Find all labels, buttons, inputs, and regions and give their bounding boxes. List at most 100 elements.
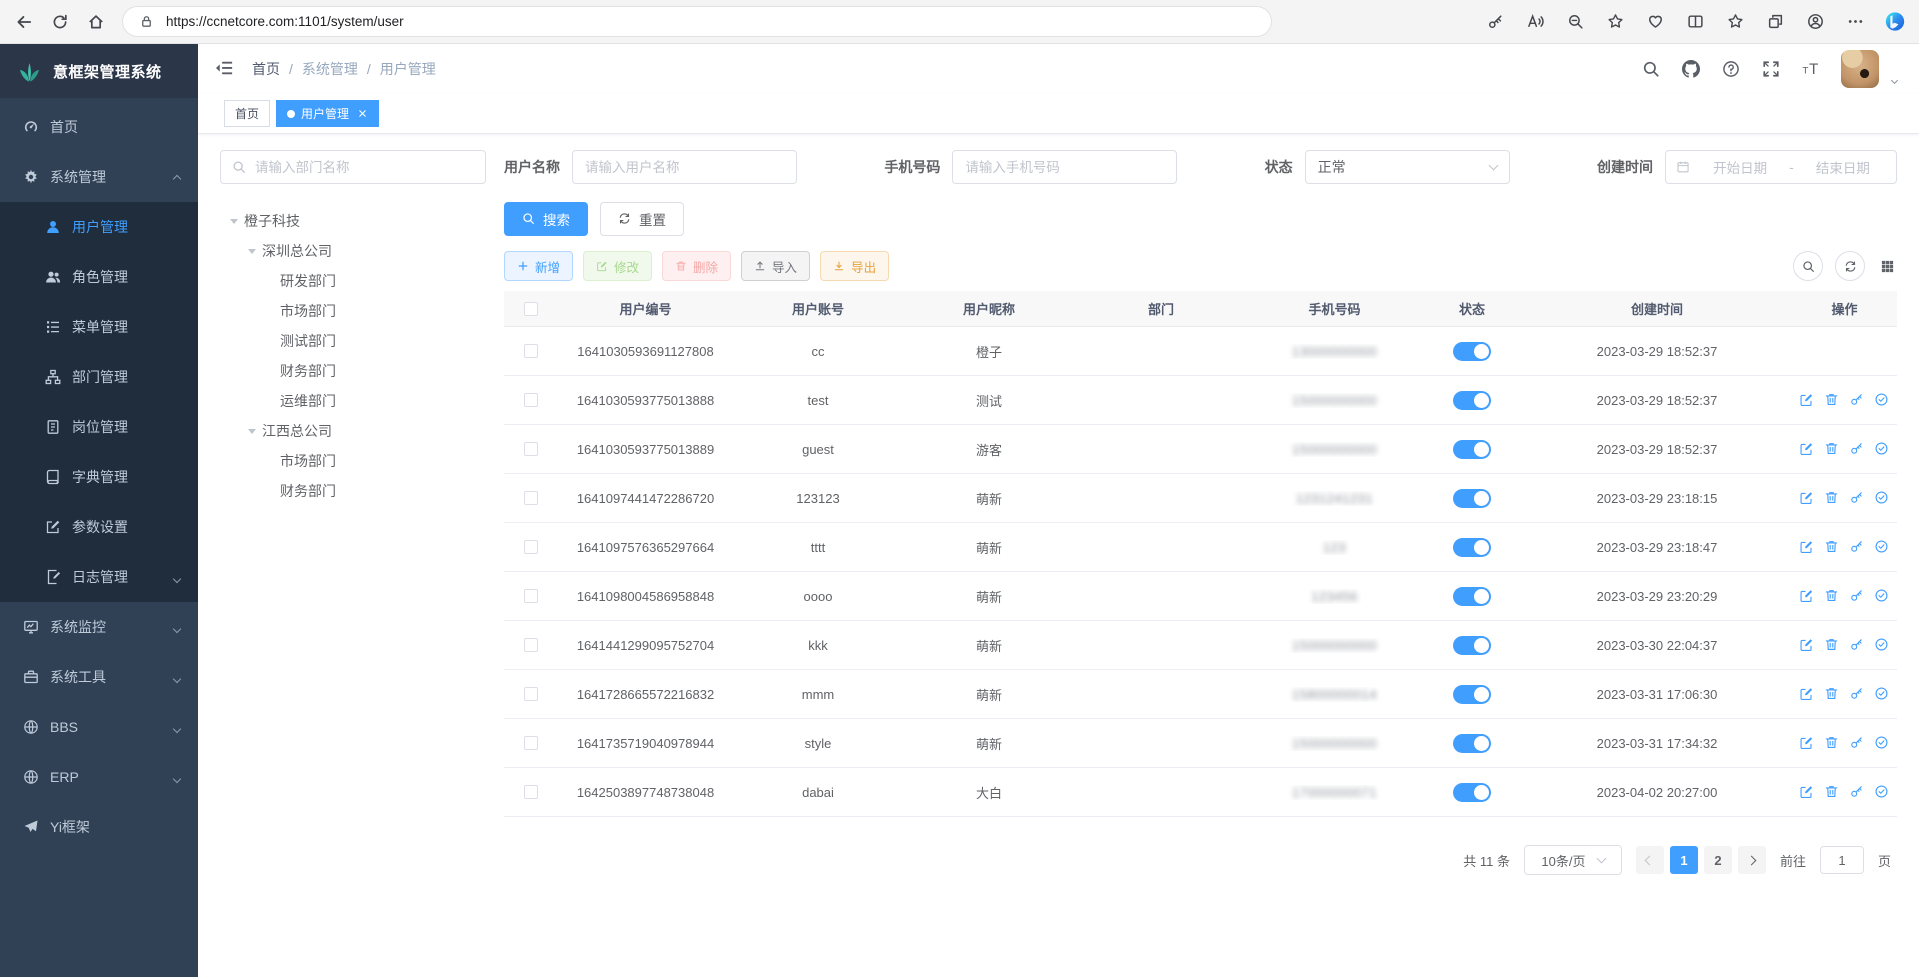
delete-icon[interactable]	[1824, 392, 1840, 408]
status-toggle[interactable]	[1453, 440, 1491, 459]
tree-node[interactable]: 市场部门	[220, 446, 486, 476]
reset-button[interactable]: 重置	[600, 202, 684, 236]
sidebar-item[interactable]: 岗位管理	[0, 402, 198, 452]
page-size-select[interactable]: 10条/页	[1524, 845, 1622, 875]
tree-node[interactable]: 深圳总公司	[220, 236, 486, 266]
delete-icon[interactable]	[1824, 539, 1840, 555]
tree-node[interactable]: 橙子科技	[220, 206, 486, 236]
font-size-icon[interactable]: TT	[1801, 60, 1820, 79]
tree-node[interactable]: 运维部门	[220, 386, 486, 416]
help-icon[interactable]	[1721, 60, 1740, 79]
reset-password-icon[interactable]	[1849, 490, 1865, 506]
tree-node[interactable]: 市场部门	[220, 296, 486, 326]
edit-icon[interactable]	[1799, 539, 1815, 555]
reset-password-icon[interactable]	[1849, 784, 1865, 800]
sidebar-item[interactable]: ERP	[0, 752, 198, 802]
status-toggle[interactable]	[1453, 685, 1491, 704]
column-settings-button[interactable]	[1877, 256, 1897, 276]
refresh-table-button[interactable]	[1835, 251, 1865, 281]
search-icon[interactable]	[1641, 60, 1660, 79]
row-checkbox[interactable]	[504, 344, 558, 358]
chevron-down-icon[interactable]	[1892, 70, 1897, 86]
sidebar-item[interactable]: Yi框架	[0, 802, 198, 852]
address-bar[interactable]: https://ccnetcore.com:1101/system/user	[122, 6, 1272, 37]
tree-node[interactable]: 财务部门	[220, 356, 486, 386]
edit-icon[interactable]	[1799, 637, 1815, 653]
browser-profile-icon[interactable]	[1805, 12, 1825, 32]
lock-icon[interactable]	[136, 12, 156, 32]
goto-page-input[interactable]	[1820, 846, 1864, 874]
edit-icon[interactable]	[1799, 441, 1815, 457]
select-all-checkbox[interactable]	[504, 302, 558, 316]
sidebar-item[interactable]: BBS	[0, 702, 198, 752]
export-button[interactable]: 导出	[820, 251, 889, 281]
delete-icon[interactable]	[1824, 735, 1840, 751]
favorites-add-icon[interactable]	[1605, 12, 1625, 32]
department-search-input[interactable]	[255, 160, 474, 175]
sidebar-item[interactable]: 部门管理	[0, 352, 198, 402]
tree-node[interactable]: 研发部门	[220, 266, 486, 296]
reset-password-icon[interactable]	[1849, 441, 1865, 457]
sidebar-item[interactable]: 系统监控	[0, 602, 198, 652]
refresh-icon[interactable]	[50, 12, 70, 32]
status-toggle[interactable]	[1453, 734, 1491, 753]
assign-role-icon[interactable]	[1874, 392, 1890, 408]
browser-essentials-icon[interactable]	[1645, 12, 1665, 32]
fullscreen-icon[interactable]	[1761, 60, 1780, 79]
favorites-icon[interactable]	[1725, 12, 1745, 32]
toggle-search-button[interactable]	[1793, 251, 1823, 281]
edit-icon[interactable]	[1799, 588, 1815, 604]
status-toggle[interactable]	[1453, 538, 1491, 557]
reset-password-icon[interactable]	[1849, 392, 1865, 408]
github-icon[interactable]	[1681, 60, 1700, 79]
read-aloud-icon[interactable]	[1525, 12, 1545, 32]
zoom-icon[interactable]	[1565, 12, 1585, 32]
assign-role-icon[interactable]	[1874, 686, 1890, 702]
assign-role-icon[interactable]	[1874, 588, 1890, 604]
delete-icon[interactable]	[1824, 784, 1840, 800]
next-page-button[interactable]	[1738, 846, 1766, 874]
delete-icon[interactable]	[1824, 686, 1840, 702]
status-toggle[interactable]	[1453, 342, 1491, 361]
edit-icon[interactable]	[1799, 784, 1815, 800]
breadcrumb-item[interactable]: 用户管理	[380, 59, 436, 79]
collections-icon[interactable]	[1765, 12, 1785, 32]
back-icon[interactable]	[14, 12, 34, 32]
row-checkbox[interactable]	[504, 491, 558, 505]
status-toggle[interactable]	[1453, 636, 1491, 655]
breadcrumb-item[interactable]: 系统管理	[302, 59, 358, 79]
reset-password-icon[interactable]	[1849, 686, 1865, 702]
row-checkbox[interactable]	[504, 540, 558, 554]
assign-role-icon[interactable]	[1874, 539, 1890, 555]
import-button[interactable]: 导入	[741, 251, 810, 281]
sidebar-item[interactable]: 用户管理	[0, 202, 198, 252]
delete-icon[interactable]	[1824, 637, 1840, 653]
reset-password-icon[interactable]	[1849, 735, 1865, 751]
caret-down-icon[interactable]	[244, 429, 260, 434]
assign-role-icon[interactable]	[1874, 637, 1890, 653]
assign-role-icon[interactable]	[1874, 441, 1890, 457]
page-number-button[interactable]: 2	[1704, 846, 1732, 874]
add-button[interactable]: 新增	[504, 251, 573, 281]
status-toggle[interactable]	[1453, 587, 1491, 606]
phone-input[interactable]	[952, 150, 1177, 184]
caret-down-icon[interactable]	[244, 249, 260, 254]
sidebar-item[interactable]: 日志管理	[0, 552, 198, 602]
department-search[interactable]	[220, 150, 486, 184]
status-select[interactable]: 正常	[1305, 150, 1510, 184]
sidebar-collapse-icon[interactable]	[214, 58, 236, 80]
row-checkbox[interactable]	[504, 687, 558, 701]
delete-button[interactable]: 删除	[662, 251, 731, 281]
tree-node[interactable]: 江西总公司	[220, 416, 486, 446]
prev-page-button[interactable]	[1636, 846, 1664, 874]
sidebar-item[interactable]: 系统工具	[0, 652, 198, 702]
sidebar-item[interactable]: 参数设置	[0, 502, 198, 552]
date-range-picker[interactable]: 开始日期 - 结束日期	[1665, 150, 1897, 184]
status-toggle[interactable]	[1453, 783, 1491, 802]
reset-password-icon[interactable]	[1849, 539, 1865, 555]
password-icon[interactable]	[1485, 12, 1505, 32]
row-checkbox[interactable]	[504, 736, 558, 750]
split-screen-icon[interactable]	[1685, 12, 1705, 32]
delete-icon[interactable]	[1824, 588, 1840, 604]
assign-role-icon[interactable]	[1874, 490, 1890, 506]
